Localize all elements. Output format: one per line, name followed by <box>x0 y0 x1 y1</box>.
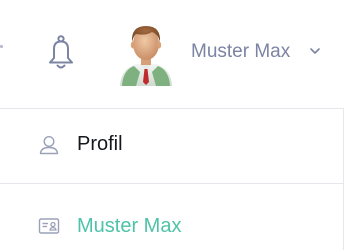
menu-item-profile[interactable]: Profil <box>0 109 344 183</box>
edge-mark <box>0 45 3 48</box>
notifications-button[interactable] <box>44 35 78 71</box>
user-menu-panel: Muster Max Profil Muster Max <box>0 0 344 250</box>
user-icon <box>39 135 59 155</box>
id-card-icon <box>38 218 60 234</box>
bell-icon <box>49 35 73 69</box>
menu-item-label: Profil <box>77 133 123 155</box>
chevron-down-icon[interactable] <box>309 46 321 56</box>
menu-item-label: Muster Max <box>77 215 182 237</box>
user-name[interactable]: Muster Max <box>191 41 290 63</box>
user-dropdown-menu: Profil Muster Max <box>0 108 344 250</box>
menu-item-account[interactable]: Muster Max <box>0 184 344 250</box>
avatar[interactable] <box>118 20 174 86</box>
